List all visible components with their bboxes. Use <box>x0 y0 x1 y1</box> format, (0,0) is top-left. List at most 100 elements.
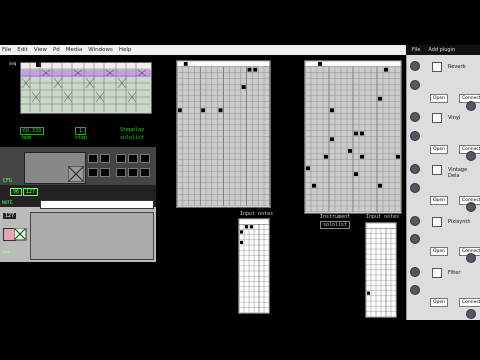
menu-bar: File Edit View Pd Media Windows Help <box>0 45 406 55</box>
filter-knob-3[interactable] <box>466 309 476 319</box>
reverb-knob[interactable] <box>410 61 420 71</box>
filter-knob[interactable] <box>410 267 420 277</box>
active-note-cell <box>183 62 188 66</box>
menu-help[interactable]: Help <box>119 47 132 53</box>
active-note-cell <box>253 67 258 72</box>
plugin-titlebar: File Add plugin <box>406 45 480 55</box>
reverb-knob-2[interactable] <box>410 80 420 90</box>
seq-label-c: NOTE <box>2 201 13 206</box>
filter-name: Filter <box>448 270 461 276</box>
active-note-cell <box>367 291 370 295</box>
active-note-cell <box>245 225 248 229</box>
reverb-knob-3[interactable] <box>466 101 476 111</box>
active-note-cell <box>250 225 253 229</box>
plugin-menu-file[interactable]: File <box>412 47 420 53</box>
input-notes-grid-1[interactable] <box>238 218 270 314</box>
active-note-cell <box>396 154 400 159</box>
note-grid-2[interactable] <box>304 60 402 214</box>
step-label: step <box>75 135 88 141</box>
vinyl-name: Vinyl <box>448 115 461 121</box>
active-note-cell <box>240 240 243 244</box>
cfg-label: CFG <box>3 178 13 184</box>
small-value-field[interactable]: 127 <box>3 213 17 219</box>
pattern-marker-label: seq <box>9 61 17 66</box>
filter-knob-2[interactable] <box>410 285 420 295</box>
swatch-x-icon[interactable] <box>14 228 27 241</box>
active-note-cell <box>360 131 364 136</box>
pixisynth-knob[interactable] <box>410 216 420 226</box>
delay-open-button[interactable]: Open <box>430 196 449 205</box>
pixisynth-open-button[interactable]: Open <box>430 247 449 256</box>
menu-view[interactable]: View <box>34 47 47 53</box>
vinyl-knob-3[interactable] <box>466 151 476 161</box>
pixisynth-knob-3[interactable] <box>466 253 476 263</box>
mode-display[interactable]: Stepplay <box>120 127 144 133</box>
tempo-display[interactable]: 60.330 <box>20 127 45 135</box>
pad-block[interactable] <box>88 154 150 178</box>
active-note-cell <box>218 108 223 113</box>
mode-sub: sololist <box>120 135 145 141</box>
filter-connect-button[interactable]: Connecti <box>459 298 480 307</box>
menu-file[interactable]: File <box>2 47 11 53</box>
note-grid-2-lines <box>305 61 401 212</box>
menu-edit[interactable]: Edit <box>17 47 28 53</box>
delay-slot-icon[interactable] <box>432 165 442 175</box>
pixisynth-slot-icon[interactable] <box>432 217 442 227</box>
instrument-value[interactable]: sololist <box>320 221 351 229</box>
menu-media[interactable]: Media <box>66 47 83 53</box>
active-note-cell <box>360 154 364 159</box>
reverb-slot-icon[interactable] <box>432 62 442 72</box>
active-note-cell <box>330 137 334 142</box>
active-note-cell <box>354 131 358 136</box>
seq-label-b[interactable]: 127 <box>23 188 39 196</box>
vinyl-open-button[interactable]: Open <box>430 145 449 154</box>
active-note-cell <box>240 230 243 234</box>
note-grid-1-lines <box>177 61 270 206</box>
active-note-cell <box>201 108 205 113</box>
pixisynth-knob-2[interactable] <box>410 234 420 244</box>
vinyl-slot-icon[interactable] <box>432 113 442 123</box>
pattern-grid-lines <box>20 62 150 112</box>
step-row[interactable] <box>40 200 154 209</box>
active-note-cell <box>378 183 382 188</box>
menu-windows[interactable]: Windows <box>88 47 113 53</box>
lower-labels: ▪▪▪ <box>2 250 11 255</box>
input-notes-label-1: Input notes <box>240 211 274 217</box>
active-note-cell <box>178 108 182 113</box>
vinyl-knob[interactable] <box>410 112 420 122</box>
reverb-name: Reverb <box>448 64 466 70</box>
filter-open-button[interactable]: Open <box>430 298 449 307</box>
filter-slot-icon[interactable] <box>432 268 442 278</box>
instrument-label: Instrument <box>320 214 351 220</box>
active-note-cell <box>241 85 246 89</box>
delay-name: Vintage Dela <box>448 167 468 179</box>
active-note-cell <box>247 67 252 72</box>
reverb-open-button[interactable]: Open <box>430 94 449 103</box>
active-note-cell <box>378 96 382 101</box>
lower-grid[interactable] <box>30 212 154 260</box>
menu-pd[interactable]: Pd <box>53 47 60 53</box>
active-note-cell <box>330 108 334 113</box>
delay-knob-2[interactable] <box>410 183 420 193</box>
active-note-cell <box>354 172 358 176</box>
panel-x-icon[interactable] <box>68 166 84 182</box>
pixisynth-name: Pixisynth <box>448 219 471 225</box>
input-notes-grid-1-lines <box>239 219 269 313</box>
input-notes-label-2: Input notes <box>366 214 400 220</box>
note-grid-1[interactable] <box>176 60 271 208</box>
input-notes-grid-2-lines <box>366 223 396 317</box>
plugin-menu-add[interactable]: Add plugin <box>428 47 455 53</box>
input-notes-grid-2[interactable] <box>365 222 397 318</box>
active-note-cell <box>348 149 352 153</box>
active-note-cell <box>324 154 328 159</box>
seq-label-a[interactable]: 96 <box>10 188 23 196</box>
delay-knob-3[interactable] <box>466 202 476 212</box>
active-note-cell <box>384 67 388 72</box>
active-note-cell <box>306 166 310 171</box>
delay-knob[interactable] <box>410 164 420 174</box>
step-display[interactable]: 1 <box>75 127 87 135</box>
tempo-label: bpm <box>22 135 32 141</box>
vinyl-knob-2[interactable] <box>410 131 420 141</box>
active-note-cell <box>318 62 322 66</box>
active-note-cell <box>312 183 316 188</box>
